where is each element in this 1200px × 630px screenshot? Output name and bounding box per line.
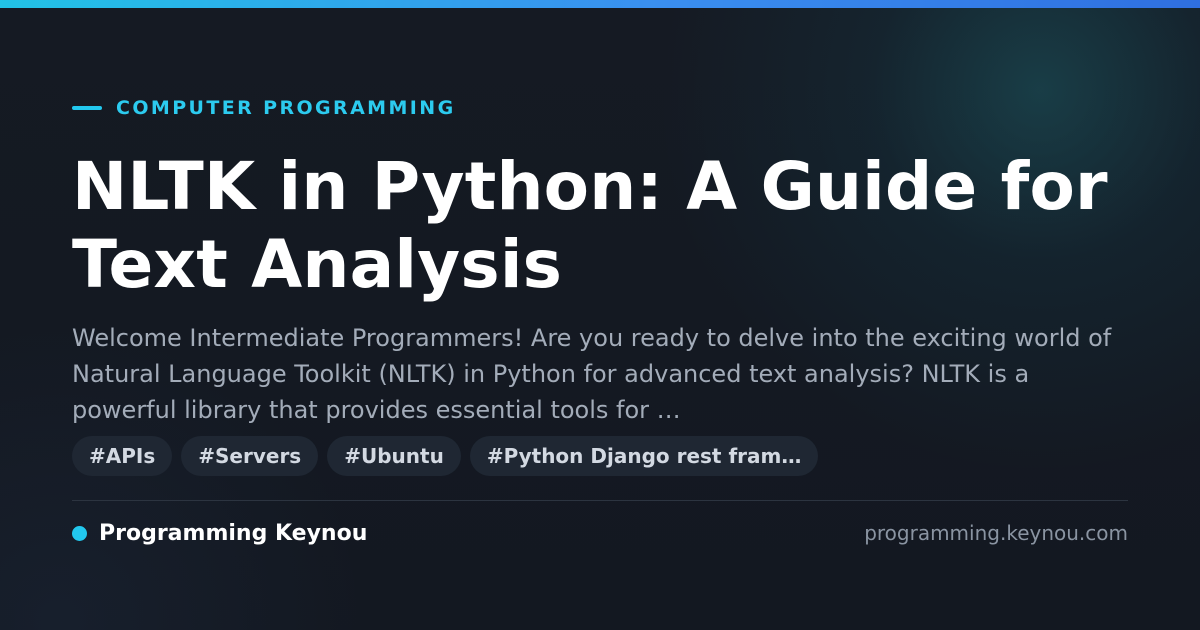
footer-divider: [72, 500, 1128, 501]
brand-dot-icon: [72, 525, 87, 541]
category-kicker: COMPUTER PROGRAMMING: [72, 96, 456, 120]
article-title: NLTK in Python: A Guide for Text Analysi…: [72, 148, 1108, 303]
article-description: Welcome Intermediate Programmers! Are yo…: [72, 324, 1112, 424]
tag-python-django[interactable]: #Python Django rest fram…: [469, 436, 819, 476]
brand[interactable]: Programming Keynou: [72, 518, 367, 548]
article-card: COMPUTER PROGRAMMING NLTK in Python: A G…: [0, 0, 1200, 630]
tag-apis[interactable]: #APIs: [72, 436, 173, 476]
accent-bar: [0, 0, 1200, 8]
tag-servers[interactable]: #Servers: [181, 436, 319, 476]
category-label: COMPUTER PROGRAMMING: [116, 97, 456, 119]
tag-ubuntu[interactable]: #Ubuntu: [327, 436, 461, 476]
kicker-accent-line: [72, 106, 102, 110]
site-url[interactable]: programming.keynou.com: [864, 518, 1128, 548]
tag-list: #APIs #Servers #Ubuntu #Python Django re…: [72, 436, 819, 476]
brand-name: Programming Keynou: [99, 520, 368, 546]
